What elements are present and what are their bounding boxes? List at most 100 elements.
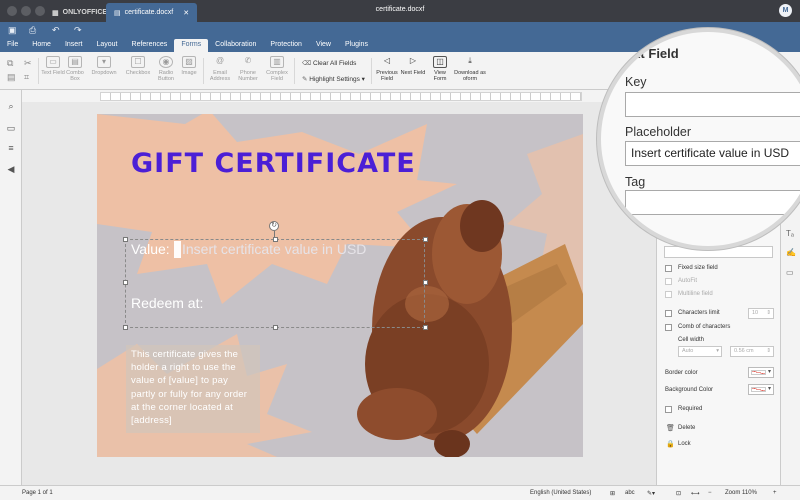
characters-limit-checkbox[interactable] — [665, 310, 672, 317]
redeem-label: Redeem at: — [131, 295, 204, 311]
chevron-down-icon: ▾ — [359, 76, 365, 83]
lock-button[interactable]: Lock — [678, 441, 691, 447]
complex-field-icon: ▥ — [270, 56, 284, 68]
zoom-in-icon[interactable]: + — [773, 490, 777, 496]
menu-insert[interactable]: Insert — [58, 39, 90, 52]
phone-number-button[interactable]: ✆ Phone Number — [234, 56, 262, 82]
next-field-button[interactable]: ▷ Next Field — [400, 56, 426, 76]
menu-home[interactable]: Home — [25, 39, 58, 52]
phone-icon: ✆ — [244, 56, 252, 65]
border-color-label: Border color — [665, 370, 698, 376]
ribbon-separator — [371, 58, 372, 84]
value-text-field[interactable]: Insert certificate value in USD — [182, 241, 366, 257]
dropdown-icon: ▾ — [97, 56, 111, 68]
spellcheck-icon[interactable]: abc — [625, 490, 635, 496]
key-input[interactable] — [625, 92, 800, 117]
menu-forms[interactable]: Forms — [174, 39, 209, 52]
resize-handle[interactable] — [423, 237, 428, 242]
dropdown-button[interactable]: ▾ Dropdown — [90, 56, 118, 76]
feedback-icon[interactable]: ◀ — [6, 164, 16, 174]
language-selector[interactable]: English (United States) — [530, 490, 591, 496]
cut-icon[interactable]: ✂ — [24, 58, 32, 69]
document-area: GIFT CERTIFICATE ↻ Value: Insert certifi… — [22, 102, 656, 485]
page-indicator[interactable]: Page 1 of 1 — [22, 490, 53, 496]
comments-icon[interactable]: ▭ — [6, 123, 16, 133]
resize-handle[interactable] — [423, 325, 428, 330]
save-icon[interactable]: ▣ — [8, 25, 17, 36]
resize-handle[interactable] — [123, 325, 128, 330]
border-color-picker[interactable]: ▾ — [748, 367, 774, 378]
certificate-title: GIFT CERTIFICATE — [131, 148, 416, 179]
comb-checkbox[interactable] — [665, 324, 672, 331]
avatar[interactable]: M — [779, 4, 792, 17]
characters-limit-label: Characters limit — [678, 310, 720, 316]
form-settings-icon[interactable]: ▭ — [786, 268, 794, 277]
undo-icon[interactable]: ↶ — [52, 25, 60, 36]
checkbox-button[interactable]: ☐ Checkbox — [124, 56, 152, 76]
cell-width-mode-select[interactable]: Auto ▾ — [678, 346, 722, 357]
delete-button[interactable]: Delete — [678, 425, 695, 431]
resize-handle[interactable] — [123, 280, 128, 285]
delete-icon[interactable]: 🗑 — [666, 424, 675, 432]
cell-width-input[interactable]: 0.56 cm ⇕ — [730, 346, 774, 357]
horizontal-ruler[interactable] — [100, 92, 582, 101]
menu-plugins[interactable]: Plugins — [338, 39, 375, 52]
required-checkbox[interactable] — [665, 406, 672, 413]
text-art-settings-icon[interactable]: Tₐ — [786, 229, 794, 238]
signature-settings-icon[interactable]: ✍ — [786, 248, 796, 257]
left-sidebar: ⌕ ▭ ≡ ◀ — [0, 90, 22, 485]
lock-icon[interactable]: 🔒 — [666, 440, 675, 448]
no-color-swatch — [751, 370, 766, 375]
complex-field-button[interactable]: ▥ Complex Field — [263, 56, 291, 82]
copy-icon[interactable]: ⧉ — [7, 58, 13, 69]
combo-box-button[interactable]: ▤ Combo Box — [62, 56, 88, 82]
format-painter-icon[interactable]: ⌗ — [24, 72, 29, 83]
resize-handle[interactable] — [273, 325, 278, 330]
placeholder-input[interactable]: Insert certificate value in USD — [625, 141, 800, 166]
tag-label: Tag — [625, 175, 646, 189]
image-button[interactable]: ▨ Image — [176, 56, 202, 76]
no-color-swatch — [751, 387, 766, 392]
zoom-out-icon[interactable]: − — [708, 490, 712, 496]
characters-limit-input[interactable]: 10 ⇕ — [748, 308, 774, 319]
background-color-picker[interactable]: ▾ — [748, 384, 774, 395]
paste-icon[interactable]: ▤ — [7, 72, 16, 83]
fit-width-icon[interactable]: ⟷ — [691, 490, 700, 497]
search-icon[interactable]: ⌕ — [6, 101, 16, 111]
app-window: ▦ ONLYOFFICE ▤ certificate.docxf ✕ certi… — [0, 0, 800, 500]
email-address-button[interactable]: @ Email Address — [206, 56, 234, 82]
chevron-down-icon: ▾ — [767, 386, 771, 392]
download-oform-button[interactable]: ⤓ Download as oform — [452, 56, 488, 82]
clear-all-fields-button[interactable]: ⌫ Clear All Fields — [302, 59, 356, 67]
resize-handle[interactable] — [423, 280, 428, 285]
navigation-icon[interactable]: ≡ — [6, 143, 16, 153]
text-field-icon: ▭ — [46, 56, 60, 68]
menu-protection[interactable]: Protection — [263, 39, 309, 52]
certificate-body-box: This certificate gives the holder a righ… — [126, 345, 260, 433]
redo-icon[interactable]: ↷ — [74, 25, 82, 36]
tag-input-magnified[interactable] — [625, 190, 800, 215]
menu-collaboration[interactable]: Collaboration — [208, 39, 263, 52]
menu-view[interactable]: View — [309, 39, 338, 52]
multiline-checkbox[interactable] — [665, 291, 672, 298]
fixed-size-checkbox[interactable] — [665, 265, 672, 272]
view-form-button[interactable]: ◫ View Form — [427, 56, 453, 82]
highlight-settings-button[interactable]: ✎ Highlight Settings ▾ — [302, 75, 365, 83]
menu-file[interactable]: File — [0, 39, 25, 52]
zoom-level[interactable]: Zoom 110% — [725, 490, 757, 496]
previous-field-button[interactable]: ◁ Previous Field — [374, 56, 400, 82]
language-icon[interactable]: ⊞ — [610, 490, 615, 497]
menu-references[interactable]: References — [125, 39, 175, 52]
ribbon-separator — [38, 58, 39, 84]
resize-handle[interactable] — [123, 237, 128, 242]
fixed-size-label: Fixed size field — [678, 265, 718, 271]
fit-page-icon[interactable]: ⊡ — [676, 490, 681, 497]
menu-layout[interactable]: Layout — [89, 39, 124, 52]
value-label: Value: — [131, 241, 170, 257]
rotate-handle-icon[interactable]: ↻ — [269, 221, 279, 231]
print-icon[interactable]: ⎙ — [29, 25, 36, 36]
download-icon: ⤓ — [468, 56, 472, 65]
ruler-ticks — [101, 93, 581, 100]
track-changes-icon[interactable]: ✎▾ — [647, 490, 655, 497]
autofit-checkbox[interactable] — [665, 278, 672, 285]
